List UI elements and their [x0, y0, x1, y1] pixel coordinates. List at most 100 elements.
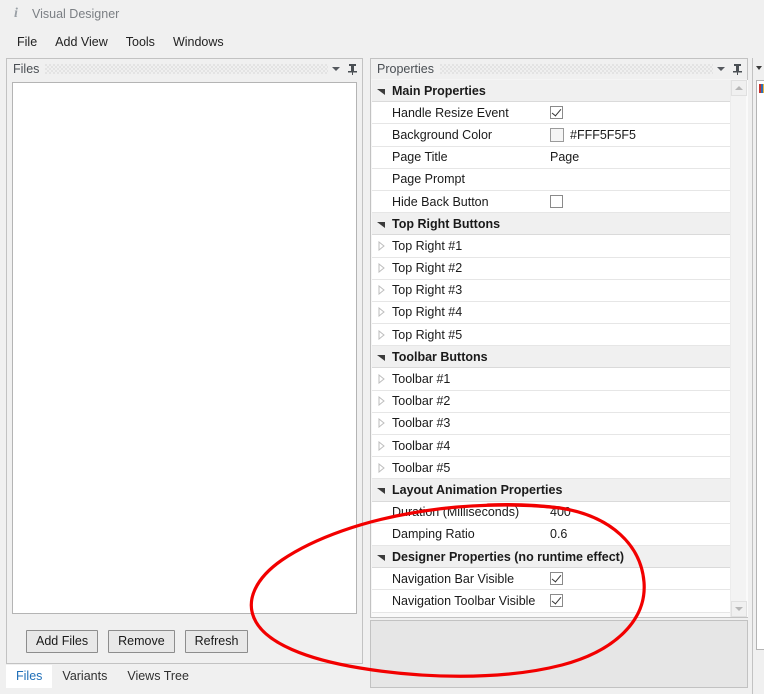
menu-bar: File Add View Tools Windows	[0, 30, 764, 54]
property-row[interactable]: Handle Resize Event	[372, 102, 732, 125]
properties-grid[interactable]: Main Properties Handle Resize Event Backgr…	[372, 80, 748, 617]
pin-icon[interactable]	[729, 61, 745, 77]
expander-expanded-icon[interactable]	[372, 352, 390, 362]
property-row[interactable]: Top Right #5	[372, 324, 732, 347]
title-bar: i Visual Designer	[0, 0, 764, 28]
property-row[interactable]: Navigation Bar Visible	[372, 568, 732, 591]
menu-item-tools[interactable]: Tools	[117, 32, 164, 52]
expander-icon	[756, 66, 762, 70]
property-value[interactable]	[550, 106, 732, 120]
tab-variants[interactable]: Variants	[52, 665, 117, 688]
property-label: Toolbar #2	[392, 394, 451, 409]
property-value[interactable]: Page	[550, 150, 732, 164]
property-row[interactable]: Top Right #4	[372, 301, 732, 325]
property-group-row[interactable]: Main Properties	[372, 80, 732, 103]
property-row[interactable]: Background Color #FFF5F5F5	[372, 124, 732, 147]
property-label: Designer Properties (no runtime effect)	[392, 549, 624, 564]
right-panel-body[interactable]	[756, 80, 764, 650]
chevron-down-icon[interactable]	[328, 61, 344, 77]
property-row[interactable]: Hide Back Button	[372, 190, 732, 214]
property-value[interactable]: 0.6	[550, 527, 732, 541]
property-label: Toolbar #4	[392, 438, 451, 453]
property-row[interactable]: Top Right #3	[372, 279, 732, 302]
expander-expanded-icon[interactable]	[372, 485, 390, 495]
expander-expanded-icon[interactable]	[372, 219, 390, 229]
properties-panel: Properties Main Properties Handle Resize …	[370, 58, 748, 618]
add-files-button[interactable]: Add Files	[26, 629, 99, 653]
property-row[interactable]: Toolbar #4	[372, 435, 732, 458]
pin-icon[interactable]	[344, 61, 360, 77]
property-label: Damping Ratio	[392, 527, 475, 542]
properties-panel-header: Properties	[371, 59, 747, 79]
expander-collapsed-icon[interactable]	[372, 263, 390, 274]
files-panel-header: Files	[7, 59, 362, 79]
menu-item-file[interactable]: File	[8, 32, 46, 52]
remove-button[interactable]: Remove	[108, 629, 175, 653]
property-group-row[interactable]: Toolbar Buttons	[372, 346, 732, 369]
expander-collapsed-icon[interactable]	[372, 440, 390, 451]
property-group-row[interactable]: Designer Properties (no runtime effect)	[372, 545, 732, 569]
property-label: Handle Resize Event	[392, 105, 509, 120]
color-swatch[interactable]	[550, 127, 564, 142]
property-row[interactable]: Top Right #2	[372, 257, 732, 280]
property-row[interactable]: Page Title Page	[372, 146, 732, 169]
property-label: Top Right #3	[392, 283, 463, 298]
property-row[interactable]: Toolbar #3	[372, 412, 732, 435]
expander-collapsed-icon[interactable]	[372, 396, 390, 407]
properties-vertical-scrollbar[interactable]	[730, 80, 747, 617]
expander-expanded-icon[interactable]	[372, 552, 390, 562]
property-value-text: 0.6	[550, 527, 568, 542]
property-checkbox[interactable]	[550, 594, 563, 608]
scroll-up-arrow-icon[interactable]	[731, 80, 747, 96]
menu-item-windows[interactable]: Windows	[164, 32, 233, 52]
expander-collapsed-icon[interactable]	[372, 240, 390, 251]
property-label: Background Color	[392, 127, 493, 142]
property-label: Hide Back Button	[392, 194, 489, 209]
property-checkbox[interactable]	[550, 572, 563, 586]
files-panel-title: Files	[13, 62, 40, 76]
menu-item-add-view[interactable]: Add View	[46, 32, 117, 52]
property-group-row[interactable]: Layout Animation Properties	[372, 479, 732, 502]
tab-files[interactable]: Files	[6, 665, 53, 688]
property-checkbox[interactable]	[550, 106, 563, 120]
property-label: Top Right #2	[392, 261, 463, 276]
files-list[interactable]	[12, 82, 357, 614]
window-title: Visual Designer	[32, 7, 120, 21]
scroll-down-arrow-icon[interactable]	[731, 601, 747, 617]
property-label: Top Right #5	[392, 327, 463, 342]
property-row[interactable]: Toolbar #2	[372, 390, 732, 413]
tab-views-tree[interactable]: Views Tree	[117, 665, 199, 688]
property-row[interactable]: Page Prompt	[372, 168, 732, 191]
property-row[interactable]: Duration (Milliseconds) 400	[372, 501, 732, 524]
property-row[interactable]: Toolbar #1	[372, 368, 732, 391]
property-checkbox[interactable]	[550, 195, 563, 209]
property-label: Navigation Toolbar Visible	[392, 593, 536, 608]
expander-collapsed-icon[interactable]	[372, 462, 390, 473]
expander-collapsed-icon[interactable]	[372, 374, 390, 385]
property-value[interactable]	[550, 594, 732, 608]
property-value[interactable]: #FFF5F5F5	[550, 127, 732, 142]
panel-drag-grip[interactable]	[439, 64, 713, 74]
expander-expanded-icon[interactable]	[372, 86, 390, 96]
property-label: Page Prompt	[392, 172, 465, 187]
refresh-button[interactable]: Refresh	[184, 629, 249, 653]
property-group-row[interactable]: Top Right Buttons	[372, 213, 732, 236]
property-value[interactable]	[550, 572, 732, 586]
panel-drag-grip[interactable]	[45, 64, 328, 74]
properties-empty-area	[370, 620, 748, 688]
expander-collapsed-icon[interactable]	[372, 285, 390, 296]
property-value[interactable]: 400	[550, 505, 732, 519]
chevron-down-icon[interactable]	[713, 61, 729, 77]
property-row[interactable]: Top Right #1	[372, 235, 732, 258]
files-action-buttons: Add Files Remove Refresh	[12, 624, 357, 658]
property-value[interactable]	[550, 195, 732, 209]
pin-icon-svg	[347, 64, 357, 75]
property-row[interactable]: Damping Ratio 0.6	[372, 523, 732, 546]
expander-collapsed-icon[interactable]	[372, 307, 390, 318]
expander-collapsed-icon[interactable]	[372, 329, 390, 340]
property-row[interactable]: Navigation Toolbar Visible	[372, 590, 732, 613]
property-label: Top Right #1	[392, 238, 463, 253]
property-value-text: Page	[550, 150, 580, 165]
property-row[interactable]: Toolbar #5	[372, 457, 732, 480]
expander-collapsed-icon[interactable]	[372, 418, 390, 429]
